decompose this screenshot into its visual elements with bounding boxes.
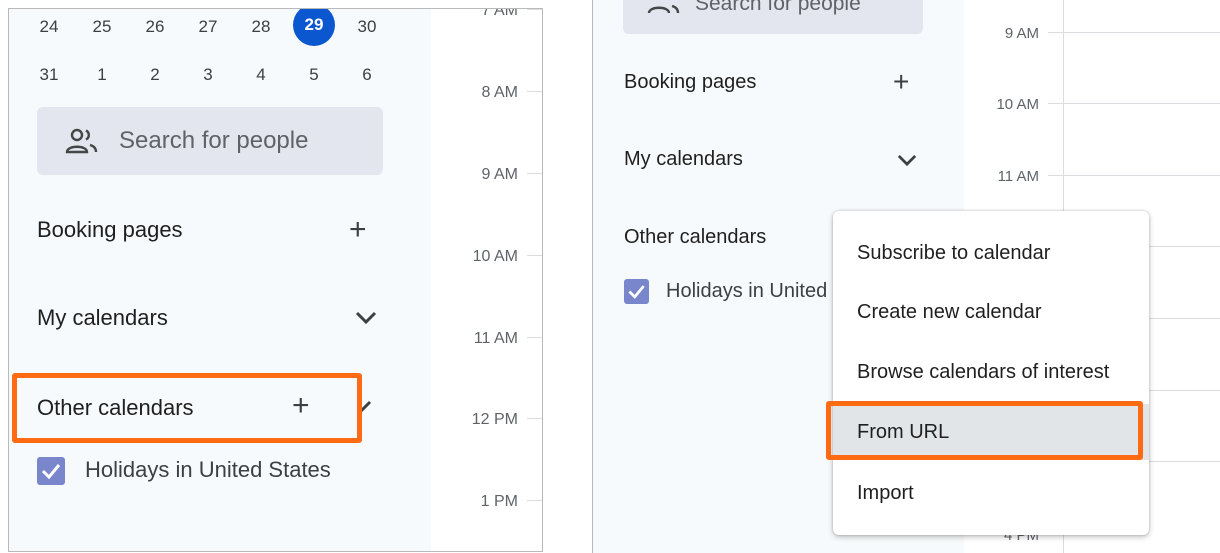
mini-calendar-day[interactable]: 28 — [241, 17, 281, 37]
mini-calendar-day[interactable]: 2 — [135, 65, 175, 85]
search-people-box[interactable]: Search for people — [623, 0, 923, 34]
left-screenshot-panel: 24 25 26 27 28 29 30 31 1 2 3 4 5 6 Sear… — [8, 8, 543, 552]
chevron-up-icon[interactable] — [359, 399, 375, 418]
menu-item-create-new[interactable]: Create new calendar — [833, 284, 1149, 340]
add-booking-page-icon[interactable]: + — [893, 68, 909, 96]
mini-calendar-day[interactable]: 4 — [241, 65, 281, 85]
chevron-down-icon[interactable] — [355, 311, 377, 330]
time-label: 11 AM — [473, 330, 518, 347]
right-screenshot-panel: Search for people Booking pages + My cal… — [592, 0, 1220, 553]
grid-line — [527, 255, 542, 256]
grid-line — [527, 91, 542, 92]
grid-line — [1048, 175, 1220, 176]
other-calendars-title: Other calendars — [37, 395, 194, 420]
search-people-label: Search for people — [119, 127, 309, 154]
booking-pages-title: Booking pages — [624, 71, 757, 93]
search-people-label: Search for people — [695, 0, 861, 15]
time-label: 9 AM — [1004, 25, 1039, 42]
mini-calendar-today[interactable]: 29 — [293, 9, 335, 46]
people-icon — [65, 127, 99, 155]
holidays-calendar-label[interactable]: Holidays in United — [666, 280, 827, 303]
time-label: 10 AM — [472, 248, 518, 265]
booking-pages-title: Booking pages — [37, 217, 183, 242]
other-calendars-title: Other calendars — [624, 226, 767, 248]
grid-line — [1048, 103, 1220, 104]
mini-calendar-day[interactable]: 31 — [29, 65, 69, 85]
mini-calendar-day[interactable]: 1 — [82, 65, 122, 85]
grid-line — [527, 9, 542, 10]
add-other-calendar-icon[interactable]: + — [292, 391, 310, 421]
mini-calendar-day[interactable]: 6 — [347, 65, 387, 85]
mini-calendar-day[interactable]: 27 — [188, 17, 228, 37]
calendar-sidebar: 24 25 26 27 28 29 30 31 1 2 3 4 5 6 Sear… — [9, 9, 431, 551]
grid-line — [527, 500, 542, 501]
time-label: 10 AM — [996, 96, 1039, 113]
my-calendars-title: My calendars — [624, 148, 743, 170]
menu-item-import[interactable]: Import — [833, 465, 1149, 521]
holidays-checkbox[interactable] — [37, 457, 65, 485]
search-people-box[interactable]: Search for people — [37, 107, 383, 175]
grid-line — [527, 418, 542, 419]
grid-line — [527, 173, 542, 174]
menu-item-subscribe[interactable]: Subscribe to calendar — [833, 225, 1149, 281]
other-calendars-menu: Subscribe to calendar Create new calenda… — [833, 211, 1149, 535]
time-label: 12 PM — [471, 411, 518, 428]
time-label: 1 PM — [480, 493, 518, 510]
menu-item-from-url[interactable]: From URL — [833, 404, 1149, 460]
time-label: 7 AM — [481, 8, 518, 19]
mini-calendar-day[interactable]: 24 — [29, 17, 69, 37]
grid-line — [527, 337, 542, 338]
holidays-calendar-label[interactable]: Holidays in United States — [85, 457, 331, 483]
mini-calendar-day[interactable]: 5 — [294, 65, 334, 85]
people-icon — [647, 2, 681, 16]
mini-calendar-day[interactable]: 26 — [135, 17, 175, 37]
mini-calendar-day[interactable]: 30 — [347, 17, 387, 37]
my-calendars-title: My calendars — [37, 305, 168, 330]
holidays-checkbox[interactable] — [624, 279, 649, 304]
menu-item-browse[interactable]: Browse calendars of interest — [833, 344, 1149, 400]
mini-calendar-day[interactable]: 25 — [82, 17, 122, 37]
chevron-down-icon[interactable] — [897, 154, 917, 172]
time-label: 8 AM — [481, 84, 518, 101]
mini-calendar-day[interactable]: 3 — [188, 65, 228, 85]
add-booking-page-icon[interactable]: + — [349, 215, 367, 245]
time-label: 11 AM — [997, 168, 1039, 185]
grid-line — [1048, 32, 1220, 33]
time-label: 9 AM — [481, 166, 518, 183]
